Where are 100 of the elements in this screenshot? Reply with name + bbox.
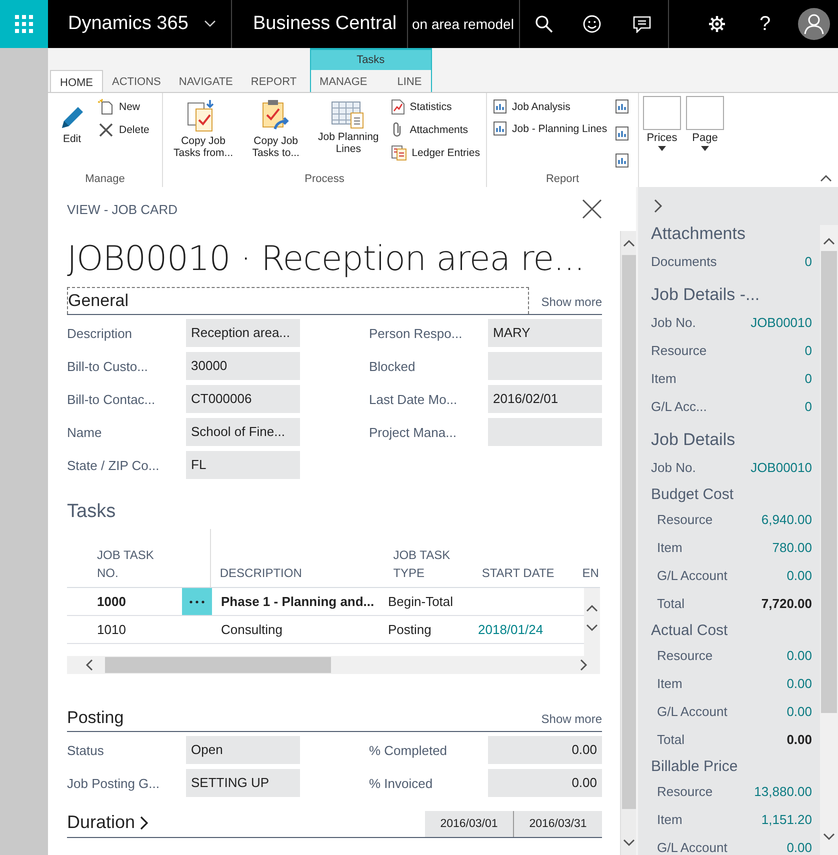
input-field[interactable]: School of Fine...	[186, 418, 300, 446]
ribbon-button[interactable]: Copy Job Tasks to...	[242, 99, 310, 173]
chevron-right-icon	[139, 814, 150, 830]
chevron-up-icon	[586, 604, 598, 612]
input-field[interactable]	[488, 418, 602, 446]
ribbon-button[interactable]: Attachments	[390, 122, 480, 138]
input-field[interactable]: FL	[186, 451, 300, 479]
factbox-label: Documents	[651, 254, 717, 268]
value-link[interactable]: 780.00	[772, 540, 812, 554]
value-link[interactable]: 1,151.20	[761, 812, 812, 826]
ribbon-tab[interactable]: LINE	[388, 70, 431, 92]
value-link[interactable]: 0	[804, 342, 812, 358]
collapse-ribbon-icon[interactable]	[820, 174, 832, 182]
value-link[interactable]: 0	[804, 398, 812, 414]
factbox-title: Attachments	[651, 223, 746, 245]
factbox-title: Job Details	[651, 429, 736, 451]
column-header[interactable]: JOB TASK NO.	[67, 529, 211, 587]
input-field[interactable]: CT000006	[186, 385, 300, 413]
help-button[interactable]: ?	[741, 0, 789, 48]
input-field[interactable]: 0.00	[488, 769, 602, 797]
column-header[interactable]: START DATE	[482, 564, 582, 587]
date-field[interactable]: 2016/03/01	[425, 811, 513, 837]
avatar-icon[interactable]	[798, 8, 830, 40]
factbox-label: Total	[657, 596, 684, 610]
chevron-down-icon	[823, 833, 835, 841]
value-link[interactable]: JOB00010	[750, 314, 812, 330]
factbox-label: Resource	[657, 648, 713, 662]
chevron-left-icon	[85, 659, 93, 671]
chevron-down-icon	[204, 20, 216, 28]
value-link[interactable]: 0.00	[786, 676, 812, 690]
chevron-right-icon[interactable]	[653, 199, 663, 213]
ribbon-button[interactable]: Job Planning Lines	[314, 99, 383, 173]
value-link[interactable]: 6,940.00	[761, 512, 812, 526]
chevron-down-icon	[622, 839, 634, 847]
row-actions-button[interactable]	[182, 588, 212, 615]
new-document-icon	[98, 99, 114, 115]
factbox-scrollbar[interactable]	[820, 225, 838, 855]
value-link[interactable]: 0.00	[786, 568, 812, 582]
section-header[interactable]: Duration	[67, 812, 150, 837]
value-link[interactable]: 0.00	[786, 648, 812, 662]
ribbon-tab[interactable]: HOME	[50, 70, 103, 92]
table-row[interactable]: 1010 Consulting Posting 2018/01/24	[67, 616, 584, 644]
field-label: Blocked	[369, 358, 416, 374]
total-value: 7,720.00	[761, 596, 812, 610]
input-field[interactable]: 0.00	[488, 736, 602, 764]
column-header[interactable]: EN	[582, 564, 600, 587]
ribbon-tab[interactable]: NAVIGATE	[170, 70, 242, 92]
value-link[interactable]: JOB00010	[750, 460, 812, 474]
smiley-icon	[583, 15, 601, 33]
ribbon-button[interactable]: Ledger Entries	[390, 145, 480, 161]
column-header[interactable]: JOB TASK TYPE	[393, 546, 482, 587]
chat-icon	[633, 16, 651, 32]
horizontal-scrollbar[interactable]	[67, 656, 600, 674]
ribbon-button[interactable]: Delete	[98, 122, 150, 138]
value-link[interactable]: 0.00	[786, 704, 812, 718]
value-link[interactable]: 0	[804, 370, 812, 386]
page-title: JOB00010 · Reception area re...	[67, 239, 586, 279]
ribbon-button[interactable]: Statistics	[390, 99, 480, 115]
table-row[interactable]: 1000 Phase 1 - Planning and... Begin-Total	[67, 588, 584, 616]
table-cell-text: Begin-Total	[388, 594, 454, 609]
factbox-label: Resource	[657, 512, 713, 526]
field-label: % Invoiced	[369, 776, 434, 790]
input-field[interactable]: SETTING UP	[186, 769, 300, 797]
column-header[interactable]: DESCRIPTION	[210, 564, 394, 587]
date-link[interactable]: 2018/01/24	[478, 622, 580, 637]
input-field[interactable]: MARY	[488, 319, 602, 347]
report-icon	[615, 126, 629, 141]
chevron-down-icon	[586, 624, 598, 632]
ribbon-group-label: Report	[544, 173, 580, 187]
input-field[interactable]: 30000	[186, 352, 300, 380]
report-icon	[615, 153, 629, 168]
ribbon-tab[interactable]: MANAGE	[310, 70, 376, 92]
table-scrollbar[interactable]	[584, 588, 600, 656]
ribbon-button[interactable]: Edit	[54, 99, 90, 173]
show-more-link[interactable]: Show more	[541, 712, 602, 731]
section-header[interactable]: Posting	[67, 708, 124, 731]
ribbon-button[interactable]: Copy Job Tasks from...	[169, 99, 238, 173]
factbox-group-title: Actual Cost	[651, 621, 729, 641]
section-header[interactable]: General	[67, 287, 529, 314]
input-field[interactable]: 2016/02/01	[488, 385, 602, 413]
ribbon-button[interactable]: New	[98, 99, 150, 115]
value-link[interactable]: 13,880.00	[754, 784, 812, 798]
ribbon-button[interactable]: Job Analysis	[493, 99, 611, 114]
ribbon-button[interactable]: Job - Planning Lines	[493, 121, 611, 136]
field-label: Project Mana...	[369, 424, 458, 440]
input-field[interactable]: Open	[186, 736, 300, 764]
date-field[interactable]: 2016/03/31	[514, 811, 602, 837]
input-field[interactable]: Reception area...	[186, 319, 300, 347]
value-link[interactable]: 0.00	[786, 840, 812, 854]
page-scrollbar[interactable]	[620, 231, 636, 855]
close-icon[interactable]	[582, 199, 602, 219]
ribbon-tab[interactable]: ACTIONS	[103, 70, 170, 92]
factbox-label: Job No.	[651, 314, 696, 330]
input-field[interactable]	[488, 352, 602, 380]
ribbon-tab[interactable]: REPORT	[242, 70, 306, 92]
cross-icon	[98, 122, 114, 138]
show-more-link[interactable]: Show more	[541, 295, 602, 314]
value-link[interactable]: 0	[804, 254, 812, 268]
factbox-label: Item	[657, 676, 682, 690]
field-label: Person Respo...	[369, 326, 464, 340]
